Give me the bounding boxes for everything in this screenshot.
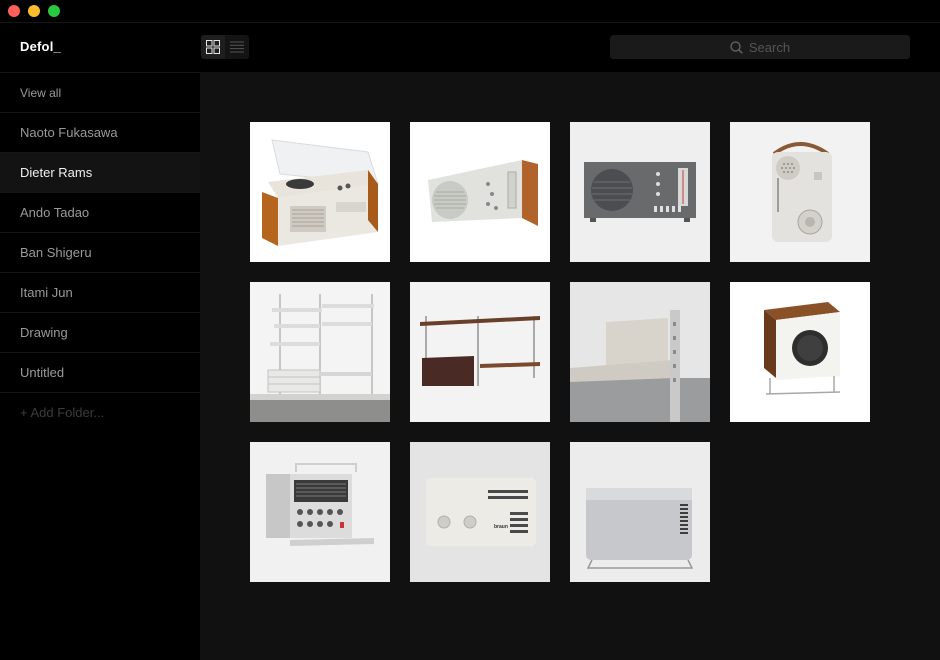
close-window-button[interactable] [8, 5, 20, 17]
thumbnail-world-receiver[interactable] [250, 442, 390, 582]
thumbnail-portable-radio[interactable] [730, 122, 870, 262]
view-toggle [201, 35, 249, 59]
top-toolbar: Defol_ Search [0, 23, 940, 72]
thumbnail-radio-grey[interactable] [570, 122, 710, 262]
thumbnail-shelf-system[interactable] [250, 282, 390, 422]
grid-icon [206, 40, 220, 54]
thumbnail-speaker-box[interactable] [730, 282, 870, 422]
window-titlebar [0, 0, 940, 23]
thumbnail-radio-wood[interactable] [410, 122, 550, 262]
sidebar-item-ando-tadao[interactable]: Ando Tadao [0, 192, 200, 232]
minimize-window-button[interactable] [28, 5, 40, 17]
thumbnail-shelf-bracket[interactable] [570, 282, 710, 422]
search-placeholder: Search [748, 39, 791, 55]
thumbnail-heater[interactable] [570, 442, 710, 582]
sidebar-item-view-all[interactable]: View all [0, 72, 200, 112]
sidebar-item-drawing[interactable]: Drawing [0, 312, 200, 352]
thumbnail-wall-shelf[interactable] [410, 282, 550, 422]
add-folder-button[interactable]: + Add Folder... [0, 392, 200, 432]
thumbnail-grid: braun [250, 122, 870, 582]
sidebar-item-dieter-rams[interactable]: Dieter Rams [0, 152, 200, 192]
sidebar-item-untitled[interactable]: Untitled [0, 352, 200, 392]
list-icon [230, 41, 244, 53]
list-view-button[interactable] [225, 35, 249, 59]
search-input[interactable]: Search [610, 35, 910, 59]
sidebar-item-itami-jun[interactable]: Itami Jun [0, 272, 200, 312]
sidebar: View all Naoto Fukasawa Dieter Rams Ando… [0, 72, 200, 660]
maximize-window-button[interactable] [48, 5, 60, 17]
app-title: Defol_ [20, 39, 61, 54]
grid-view-button[interactable] [201, 35, 225, 59]
thumbnail-record-player[interactable] [250, 122, 390, 262]
sidebar-item-naoto-fukasawa[interactable]: Naoto Fukasawa [0, 112, 200, 152]
thumbnail-braun-radio[interactable]: braun [410, 442, 550, 582]
gallery-area: braun [200, 72, 940, 660]
search-icon [730, 40, 743, 54]
sidebar-item-ban-shigeru[interactable]: Ban Shigeru [0, 232, 200, 272]
braun-logo-text: braun [494, 524, 508, 530]
